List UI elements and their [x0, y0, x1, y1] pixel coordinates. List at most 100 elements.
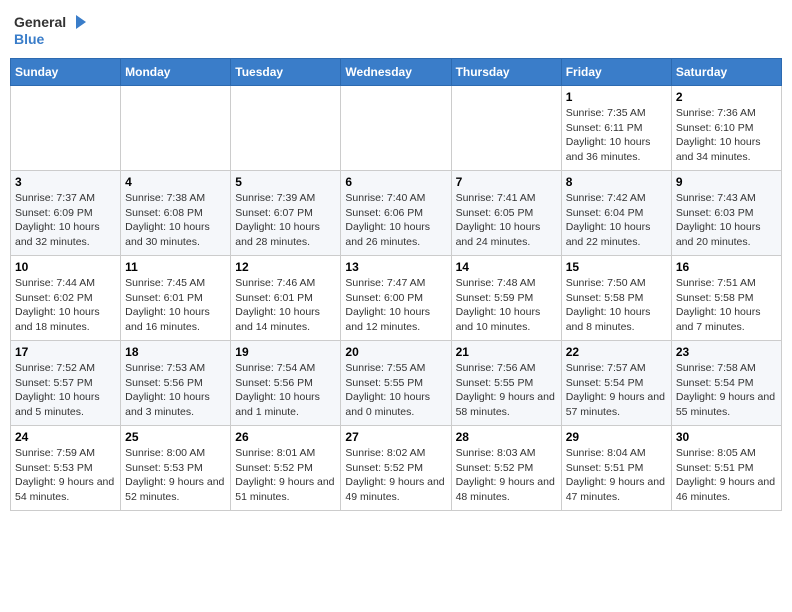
day-info: Sunrise: 7:52 AM Sunset: 5:57 PM Dayligh… [15, 361, 116, 420]
day-number: 20 [345, 345, 446, 359]
calendar-week-row-4: 17Sunrise: 7:52 AM Sunset: 5:57 PM Dayli… [11, 341, 782, 426]
day-info: Sunrise: 7:47 AM Sunset: 6:00 PM Dayligh… [345, 276, 446, 335]
calendar-week-row-1: 1 Sunrise: 7:35 AM Sunset: 6:11 PM Daylig… [11, 86, 782, 171]
day-number: 10 [15, 260, 116, 274]
day-number: 25 [125, 430, 226, 444]
day-number: 27 [345, 430, 446, 444]
day-info: Sunrise: 7:55 AM Sunset: 5:55 PM Dayligh… [345, 361, 446, 420]
calendar-header-row: SundayMondayTuesdayWednesdayThursdayFrid… [11, 59, 782, 86]
calendar-cell: 19Sunrise: 7:54 AM Sunset: 5:56 PM Dayli… [231, 341, 341, 426]
calendar-cell: 21 Sunrise: 7:56 AM Sunset: 5:55 PM Dayli… [451, 341, 561, 426]
day-info: Sunrise: 8:01 AM Sunset: 5:52 PM Dayligh… [235, 446, 336, 505]
day-info: Sunrise: 7:58 AM Sunset: 5:54 PM Dayligh… [676, 361, 777, 420]
calendar-cell: 24 Sunrise: 7:59 AM Sunset: 5:53 PM Dayli… [11, 426, 121, 511]
day-info: Sunrise: 7:46 AM Sunset: 6:01 PM Dayligh… [235, 276, 336, 335]
calendar-cell: 5 Sunrise: 7:39 AM Sunset: 6:07 PM Daylig… [231, 171, 341, 256]
header: GeneralBlue [10, 10, 782, 50]
logo-svg: GeneralBlue [14, 10, 94, 50]
calendar-cell [341, 86, 451, 171]
calendar-week-row-5: 24 Sunrise: 7:59 AM Sunset: 5:53 PM Dayli… [11, 426, 782, 511]
day-info: Sunrise: 7:42 AM Sunset: 6:04 PM Dayligh… [566, 191, 667, 250]
day-number: 30 [676, 430, 777, 444]
day-number: 21 [456, 345, 557, 359]
day-number: 28 [456, 430, 557, 444]
logo: GeneralBlue [14, 10, 94, 50]
day-number: 6 [345, 175, 446, 189]
day-number: 24 [15, 430, 116, 444]
calendar-cell: 4 Sunrise: 7:38 AM Sunset: 6:08 PM Daylig… [121, 171, 231, 256]
day-info: Sunrise: 7:57 AM Sunset: 5:54 PM Dayligh… [566, 361, 667, 420]
calendar-cell: 3 Sunrise: 7:37 AM Sunset: 6:09 PM Daylig… [11, 171, 121, 256]
calendar-cell: 15Sunrise: 7:50 AM Sunset: 5:58 PM Dayli… [561, 256, 671, 341]
day-number: 5 [235, 175, 336, 189]
calendar-cell: 27 Sunrise: 8:02 AM Sunset: 5:52 PM Dayli… [341, 426, 451, 511]
day-number: 1 [566, 90, 667, 104]
day-number: 13 [345, 260, 446, 274]
calendar-cell: 2 Sunrise: 7:36 AM Sunset: 6:10 PM Daylig… [671, 86, 781, 171]
day-info: Sunrise: 7:43 AM Sunset: 6:03 PM Dayligh… [676, 191, 777, 250]
day-number: 14 [456, 260, 557, 274]
day-info: Sunrise: 7:40 AM Sunset: 6:06 PM Dayligh… [345, 191, 446, 250]
calendar-cell: 14 Sunrise: 7:48 AM Sunset: 5:59 PM Dayli… [451, 256, 561, 341]
day-info: Sunrise: 7:36 AM Sunset: 6:10 PM Dayligh… [676, 106, 777, 165]
day-number: 8 [566, 175, 667, 189]
calendar-cell: 20 Sunrise: 7:55 AM Sunset: 5:55 PM Dayli… [341, 341, 451, 426]
calendar-cell: 12Sunrise: 7:46 AM Sunset: 6:01 PM Dayli… [231, 256, 341, 341]
calendar-cell: 30 Sunrise: 8:05 AM Sunset: 5:51 PM Dayli… [671, 426, 781, 511]
calendar-header-sunday: Sunday [11, 59, 121, 86]
calendar-cell: 18 Sunrise: 7:53 AM Sunset: 5:56 PM Dayli… [121, 341, 231, 426]
calendar-cell: 10 Sunrise: 7:44 AM Sunset: 6:02 PM Dayli… [11, 256, 121, 341]
day-info: Sunrise: 8:03 AM Sunset: 5:52 PM Dayligh… [456, 446, 557, 505]
day-info: Sunrise: 8:00 AM Sunset: 5:53 PM Dayligh… [125, 446, 226, 505]
calendar-cell [451, 86, 561, 171]
day-number: 3 [15, 175, 116, 189]
day-number: 16 [676, 260, 777, 274]
calendar-cell: 7Sunrise: 7:41 AM Sunset: 6:05 PM Daylig… [451, 171, 561, 256]
day-info: Sunrise: 7:45 AM Sunset: 6:01 PM Dayligh… [125, 276, 226, 335]
calendar-cell: 22 Sunrise: 7:57 AM Sunset: 5:54 PM Dayli… [561, 341, 671, 426]
day-info: Sunrise: 7:56 AM Sunset: 5:55 PM Dayligh… [456, 361, 557, 420]
day-info: Sunrise: 7:38 AM Sunset: 6:08 PM Dayligh… [125, 191, 226, 250]
calendar-cell: 6 Sunrise: 7:40 AM Sunset: 6:06 PM Daylig… [341, 171, 451, 256]
day-info: Sunrise: 7:54 AM Sunset: 5:56 PM Dayligh… [235, 361, 336, 420]
day-info: Sunrise: 8:02 AM Sunset: 5:52 PM Dayligh… [345, 446, 446, 505]
day-info: Sunrise: 8:04 AM Sunset: 5:51 PM Dayligh… [566, 446, 667, 505]
calendar-header-tuesday: Tuesday [231, 59, 341, 86]
calendar-week-row-2: 3 Sunrise: 7:37 AM Sunset: 6:09 PM Daylig… [11, 171, 782, 256]
day-info: Sunrise: 8:05 AM Sunset: 5:51 PM Dayligh… [676, 446, 777, 505]
day-number: 2 [676, 90, 777, 104]
calendar-cell: 16Sunrise: 7:51 AM Sunset: 5:58 PM Dayli… [671, 256, 781, 341]
calendar-header-friday: Friday [561, 59, 671, 86]
calendar-cell: 28 Sunrise: 8:03 AM Sunset: 5:52 PM Dayli… [451, 426, 561, 511]
day-number: 4 [125, 175, 226, 189]
day-info: Sunrise: 7:39 AM Sunset: 6:07 PM Dayligh… [235, 191, 336, 250]
calendar: SundayMondayTuesdayWednesdayThursdayFrid… [10, 58, 782, 511]
day-number: 22 [566, 345, 667, 359]
day-info: Sunrise: 7:50 AM Sunset: 5:58 PM Dayligh… [566, 276, 667, 335]
svg-text:Blue: Blue [14, 31, 45, 47]
day-info: Sunrise: 7:59 AM Sunset: 5:53 PM Dayligh… [15, 446, 116, 505]
day-info: Sunrise: 7:44 AM Sunset: 6:02 PM Dayligh… [15, 276, 116, 335]
day-number: 29 [566, 430, 667, 444]
day-number: 11 [125, 260, 226, 274]
day-number: 18 [125, 345, 226, 359]
day-number: 9 [676, 175, 777, 189]
calendar-header-saturday: Saturday [671, 59, 781, 86]
calendar-cell: 9 Sunrise: 7:43 AM Sunset: 6:03 PM Daylig… [671, 171, 781, 256]
calendar-cell [121, 86, 231, 171]
day-info: Sunrise: 7:35 AM Sunset: 6:11 PM Dayligh… [566, 106, 667, 165]
calendar-header-thursday: Thursday [451, 59, 561, 86]
calendar-cell: 23 Sunrise: 7:58 AM Sunset: 5:54 PM Dayli… [671, 341, 781, 426]
calendar-cell: 26Sunrise: 8:01 AM Sunset: 5:52 PM Dayli… [231, 426, 341, 511]
day-info: Sunrise: 7:37 AM Sunset: 6:09 PM Dayligh… [15, 191, 116, 250]
calendar-cell: 8 Sunrise: 7:42 AM Sunset: 6:04 PM Daylig… [561, 171, 671, 256]
calendar-week-row-3: 10 Sunrise: 7:44 AM Sunset: 6:02 PM Dayli… [11, 256, 782, 341]
calendar-header-monday: Monday [121, 59, 231, 86]
calendar-cell: 13 Sunrise: 7:47 AM Sunset: 6:00 PM Dayli… [341, 256, 451, 341]
day-number: 23 [676, 345, 777, 359]
calendar-cell [231, 86, 341, 171]
day-number: 7 [456, 175, 557, 189]
calendar-cell: 11 Sunrise: 7:45 AM Sunset: 6:01 PM Dayli… [121, 256, 231, 341]
day-info: Sunrise: 7:53 AM Sunset: 5:56 PM Dayligh… [125, 361, 226, 420]
day-info: Sunrise: 7:48 AM Sunset: 5:59 PM Dayligh… [456, 276, 557, 335]
